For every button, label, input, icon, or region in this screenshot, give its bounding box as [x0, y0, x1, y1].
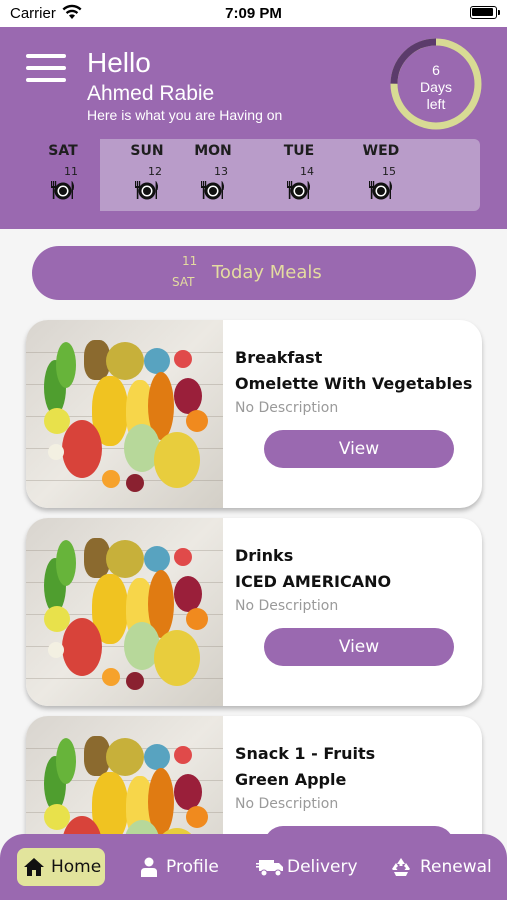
days-left-label: Days — [420, 79, 452, 95]
day-item-sat[interactable]: SAT 11 — [28, 139, 98, 211]
today-day-name: SAT — [172, 275, 195, 289]
day-name: SUN — [130, 143, 164, 159]
day-name: SAT — [48, 143, 78, 159]
meal-type: Snack 1 - Fruits — [235, 744, 376, 763]
days-left-suffix: left — [426, 96, 446, 112]
meal-type: Drinks — [235, 546, 294, 565]
meal-name: ICED AMERICANO — [235, 572, 392, 591]
meal-description: No Description — [235, 796, 339, 812]
day-number: 12 — [148, 165, 162, 178]
meal-card-drinks: Drinks ICED AMERICANO No Description Vie… — [26, 518, 482, 706]
today-meals-bar: 11 SAT Today Meals — [32, 246, 476, 300]
user-name: Ahmed Rabie — [87, 82, 215, 105]
header-subtitle: Here is what you are Having on — [87, 107, 283, 123]
status-time: 7:09 PM — [225, 5, 282, 22]
nav-delivery-label: Delivery — [287, 857, 358, 877]
nav-renewal-label: Renewal — [420, 857, 492, 877]
plate-cutlery-icon — [286, 179, 312, 205]
plate-cutlery-icon — [200, 179, 226, 205]
day-item-t[interactable]: T — [460, 139, 480, 211]
today-date-number: 11 — [182, 254, 198, 268]
delivery-truck-icon — [256, 860, 283, 877]
meal-name: Omelette With Vegetables — [235, 374, 473, 393]
day-name: TUE — [283, 143, 315, 159]
plate-cutlery-icon — [134, 179, 160, 205]
day-number: 15 — [382, 165, 396, 178]
day-item-wed[interactable]: WED 15 — [346, 139, 416, 211]
days-left-count: 6 — [432, 62, 440, 78]
meal-name: Green Apple — [235, 770, 347, 789]
nav-home-label: Home — [51, 857, 102, 877]
meal-fruit-image — [26, 320, 223, 508]
day-name: MON — [194, 143, 232, 159]
profile-icon — [141, 857, 157, 877]
meal-card-breakfast: Breakfast Omelette With Vegetables No De… — [26, 320, 482, 508]
status-bar: Carrier 7:09 PM — [0, 0, 507, 27]
nav-profile-label: Profile — [166, 857, 219, 877]
battery-icon — [470, 6, 500, 19]
plate-cutlery-icon — [368, 179, 394, 205]
day-number: 14 — [300, 165, 314, 178]
view-meal-button[interactable]: View — [264, 628, 454, 666]
nav-home[interactable]: Home — [17, 848, 106, 886]
meal-fruit-image — [26, 518, 223, 706]
hamburger-menu-icon[interactable] — [26, 54, 66, 82]
day-selector: SAT 11 SUN 12 MON 13 TUE 14 WED 15 T — [28, 139, 480, 211]
nav-profile[interactable]: Profile — [140, 848, 219, 886]
day-number: 13 — [214, 165, 228, 178]
today-meals-label: Today Meals — [212, 262, 322, 283]
day-name: WED — [362, 143, 400, 159]
day-number: 11 — [64, 165, 78, 178]
recycle-icon — [392, 858, 410, 876]
nav-renewal[interactable]: Renewal — [390, 848, 492, 886]
home-icon — [24, 858, 44, 876]
day-item-sun[interactable]: SUN 12 — [112, 139, 182, 211]
meal-description: No Description — [235, 400, 339, 416]
plate-cutlery-icon — [50, 179, 76, 205]
greeting-text: Hello — [87, 47, 151, 78]
days-left-indicator: 6 Days left — [389, 37, 483, 131]
view-meal-button[interactable]: View — [264, 430, 454, 468]
day-item-tue[interactable]: TUE 14 — [264, 139, 334, 211]
bottom-navigation: Home Profile Delivery Renewal — [0, 834, 507, 900]
meal-type: Breakfast — [235, 348, 323, 367]
meal-description: No Description — [235, 598, 339, 614]
day-item-mon[interactable]: MON 13 — [178, 139, 248, 211]
header: Hello Ahmed Rabie Here is what you are H… — [0, 27, 507, 229]
nav-delivery[interactable]: Delivery — [256, 848, 358, 886]
